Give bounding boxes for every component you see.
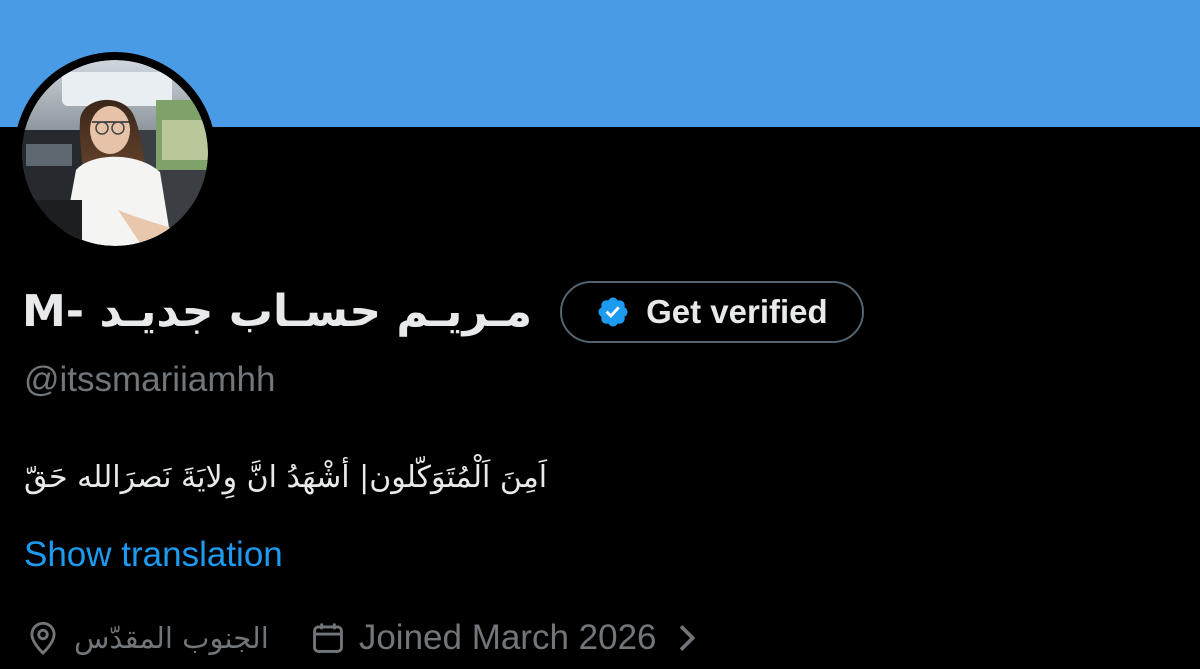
verified-badge-icon: [598, 297, 628, 327]
profile-avatar[interactable]: [14, 52, 216, 254]
show-translation-link[interactable]: Show translation: [24, 535, 283, 575]
location-item: الجنوب المقدّس: [24, 619, 269, 657]
location-text: الجنوب المقدّس: [74, 621, 269, 655]
avatar-photo: [22, 60, 208, 246]
chevron-right-icon: [679, 625, 695, 651]
location-pin-icon: [30, 621, 56, 655]
joined-text: Joined March 2026: [358, 618, 657, 657]
display-name: مـريـم حسـاب جديـد -M: [22, 286, 533, 337]
get-verified-button[interactable]: Get verified: [560, 281, 864, 343]
calendar-icon: [312, 623, 343, 653]
bio-text: اَمِنَ اَلْمُتَوَكّلون| أشْهَدُ انَّ وِل…: [24, 460, 548, 495]
profile-meta-row: الجنوب المقدّس Joined March 2026: [24, 612, 697, 664]
profile-bio: اَمِنَ اَلْمُتَوَكّلون| أشْهَدُ انَّ وِل…: [24, 448, 724, 508]
joined-item[interactable]: Joined March 2026: [309, 618, 697, 658]
profile-page: مـريـم حسـاب جديـد -M Get verified @itss…: [0, 0, 1200, 669]
get-verified-label: Get verified: [646, 293, 828, 330]
name-row: مـريـم حسـاب جديـد -M Get verified: [22, 278, 864, 346]
profile-handle: @itssmariiamhh: [24, 360, 276, 399]
